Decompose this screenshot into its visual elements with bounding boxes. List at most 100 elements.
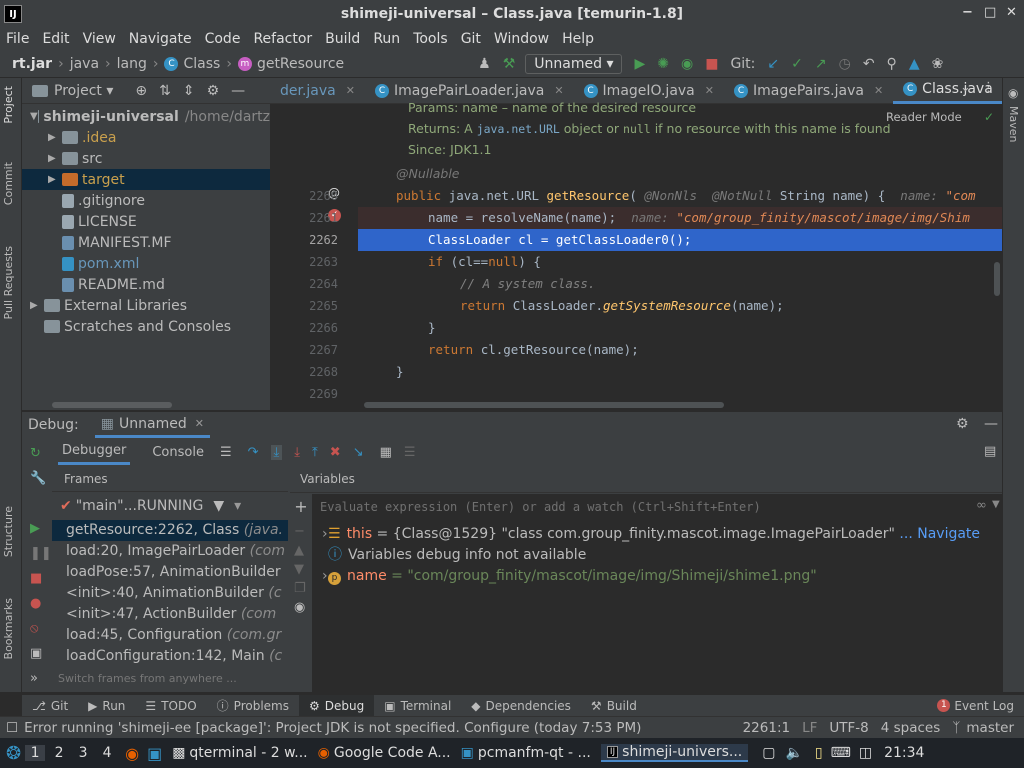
maximize-icon[interactable]: □ — [984, 5, 996, 20]
tree-item[interactable]: pom.xml — [22, 253, 270, 274]
camera-icon[interactable]: ▣ — [30, 646, 46, 661]
firefox-icon[interactable]: ◉ — [125, 744, 139, 763]
status-message[interactable]: Error running 'shimeji-ee [package]': Pr… — [24, 720, 641, 736]
locate-icon[interactable]: ⊕ — [135, 83, 147, 99]
rollback-icon[interactable]: ↶ — [863, 56, 875, 72]
volume-icon[interactable]: 🔈 — [785, 745, 802, 761]
editor-tab[interactable]: der.java ✕ — [270, 78, 365, 104]
more-icon[interactable]: » — [30, 671, 46, 686]
expand-arrow-icon[interactable]: ▶ — [48, 153, 62, 164]
tree-item[interactable]: ▶ External Libraries — [22, 295, 270, 316]
settings-logo-icon[interactable]: ❀ — [932, 56, 944, 72]
start-menu-icon[interactable]: ❂ — [6, 743, 21, 764]
code-line-2263[interactable]: if (cl==null) { — [428, 251, 1024, 273]
menu-file[interactable]: File — [6, 31, 29, 47]
clipboard-icon[interactable]: ▯ — [815, 745, 823, 761]
code-line-2261[interactable]: name = resolveName(name); name: "com/gro… — [428, 207, 1024, 229]
breadcrumb-method[interactable]: getResource — [257, 56, 344, 72]
tab-console[interactable]: Console — [152, 445, 204, 460]
stop-icon[interactable]: ■ — [705, 56, 718, 72]
editor-v-scrollbar[interactable] — [994, 262, 1000, 296]
breadcrumb-jar[interactable]: rt.jar — [12, 56, 52, 72]
stack-frame[interactable]: getResource:2262, Class (java. — [52, 520, 288, 541]
stack-frame[interactable]: load:20, ImagePairLoader (com — [52, 541, 288, 562]
restore-layout-icon[interactable]: ▤ — [984, 444, 996, 459]
tab-close-icon[interactable]: ✕ — [705, 84, 714, 97]
step-into-icon[interactable]: ⤓ — [270, 444, 283, 460]
editor-tab[interactable]: C ImagePairs.java ✕ — [724, 78, 893, 104]
tree-item[interactable]: MANIFEST.MF — [22, 232, 270, 253]
code-line-2264[interactable]: // A system class. — [460, 273, 1024, 295]
tab-debugger[interactable]: Debugger — [58, 439, 131, 465]
run-to-cursor-icon[interactable]: ↘ — [353, 445, 364, 460]
tab-close-icon[interactable]: ✕ — [554, 84, 563, 97]
thread-dropdown-icon[interactable]: ▾ — [234, 498, 241, 514]
search-icon[interactable]: ⚲ — [887, 56, 897, 72]
mute-breakpoints-icon[interactable]: ⦸ — [30, 621, 46, 636]
stack-frame[interactable]: <init>:40, AnimationBuilder (c — [52, 583, 288, 604]
gear-icon[interactable]: ⚙ — [207, 83, 220, 99]
task-shimeji[interactable]: IJ shimeji-univers... — [600, 744, 749, 762]
thread-select[interactable]: ✔ "main"...RUNNING ▼ ▾ — [52, 492, 288, 520]
line-separator[interactable]: LF — [802, 720, 817, 736]
tree-item[interactable]: .gitignore — [22, 190, 270, 211]
code-line-2265[interactable]: return ClassLoader.getSystemResource(nam… — [460, 295, 1024, 317]
expand-arrow-icon[interactable]: ▶ — [30, 300, 44, 311]
breadcrumb-java[interactable]: java — [70, 56, 99, 72]
indent-setting[interactable]: 4 spaces — [881, 720, 941, 736]
expand-arrow-icon[interactable]: › — [322, 524, 328, 545]
project-view-select[interactable]: Project ▾ — [54, 83, 113, 99]
code-line-2266[interactable]: } — [428, 317, 1024, 339]
menu-tools[interactable]: Tools — [413, 31, 448, 47]
code-line-2260[interactable]: public java.net.URL getResource( @NonNls… — [396, 185, 1024, 207]
build-hammer-icon[interactable]: ⚒ — [503, 56, 516, 72]
tab-close-icon[interactable]: ✕ — [346, 84, 355, 97]
tool-tab-run[interactable]: ▶ Run — [78, 695, 135, 717]
tray-box-icon[interactable]: ▢ — [762, 745, 775, 761]
resume-icon[interactable]: ▶ — [30, 521, 46, 536]
tool-tab-todo[interactable]: ☰ TODO — [135, 695, 206, 717]
tree-item[interactable]: LICENSE — [22, 211, 270, 232]
tree-item[interactable]: ▶ .idea — [22, 127, 270, 148]
eval-dropdown-icon[interactable]: ▼ — [992, 499, 1000, 510]
code-line-2262[interactable]: ClassLoader cl = getClassLoader0(); — [428, 229, 1024, 251]
step-over-icon[interactable]: ↷ — [248, 445, 259, 460]
coverage-icon[interactable]: ◉ — [681, 56, 693, 72]
network-icon[interactable]: ◫ — [859, 745, 872, 761]
history-icon[interactable]: ◷ — [839, 56, 851, 72]
tool-maven[interactable]: Maven — [1007, 106, 1020, 142]
inspection-ok-icon[interactable]: ✓ — [984, 110, 994, 124]
menu-help[interactable]: Help — [562, 31, 594, 47]
tabs-dropdown-icon[interactable]: ⌄ — [960, 80, 971, 95]
expand-arrow-icon[interactable]: ▶ — [48, 174, 62, 185]
stack-frame[interactable]: loadPose:57, AnimationBuilder — [52, 562, 288, 583]
filter-icon[interactable]: ▼ — [213, 498, 224, 514]
code-line-2268[interactable]: } — [396, 361, 1024, 383]
update-icon[interactable]: ▲ — [909, 56, 920, 72]
tree-item[interactable]: ▶ src — [22, 148, 270, 169]
run-icon[interactable]: ▶ — [634, 56, 645, 72]
menu-navigate[interactable]: Navigate — [129, 31, 192, 47]
task-pcmanfm[interactable]: ▣ pcmanfm-qt - ... — [461, 745, 591, 761]
tree-item[interactable]: Scratches and Consoles — [22, 316, 270, 337]
debug-gear-icon[interactable]: ⚙ — [956, 416, 969, 432]
clock[interactable]: 21:34 — [884, 745, 924, 761]
stack-frame[interactable]: loadConfiguration:142, Main (c — [52, 646, 288, 667]
variable-this[interactable]: › ☰ this = {Class@1529} "class com.group_f… — [298, 524, 998, 545]
trace-icon[interactable]: ☰ — [404, 445, 416, 460]
tool-tab-problems[interactable]: ⓘ Problems — [207, 695, 299, 717]
evaluate-input[interactable]: Evaluate expression (Enter) or add a wat… — [312, 493, 1002, 520]
tool-tab-terminal[interactable]: ▣ Terminal — [374, 695, 461, 717]
files-icon[interactable]: ▣ — [147, 744, 162, 763]
task-qterminal[interactable]: ▩ qterminal - 2 w... — [172, 745, 307, 761]
collapse-icon[interactable]: ⇅ — [159, 83, 171, 99]
eye-icon[interactable]: ◉ — [294, 600, 308, 615]
debug-session-tab[interactable]: ▦ Unnamed ✕ — [94, 412, 210, 438]
caret-position[interactable]: 2261:1 — [743, 720, 791, 736]
tool-commit[interactable]: Commit — [2, 162, 15, 205]
expand-icon[interactable]: ⇕ — [183, 83, 195, 99]
menu-build[interactable]: Build — [325, 31, 360, 47]
keyboard-icon[interactable]: ⌨ — [831, 745, 851, 761]
task-google-code[interactable]: ◉ Google Code A... — [318, 745, 451, 761]
tool-tab-debug[interactable]: ⚙ Debug — [298, 694, 375, 717]
